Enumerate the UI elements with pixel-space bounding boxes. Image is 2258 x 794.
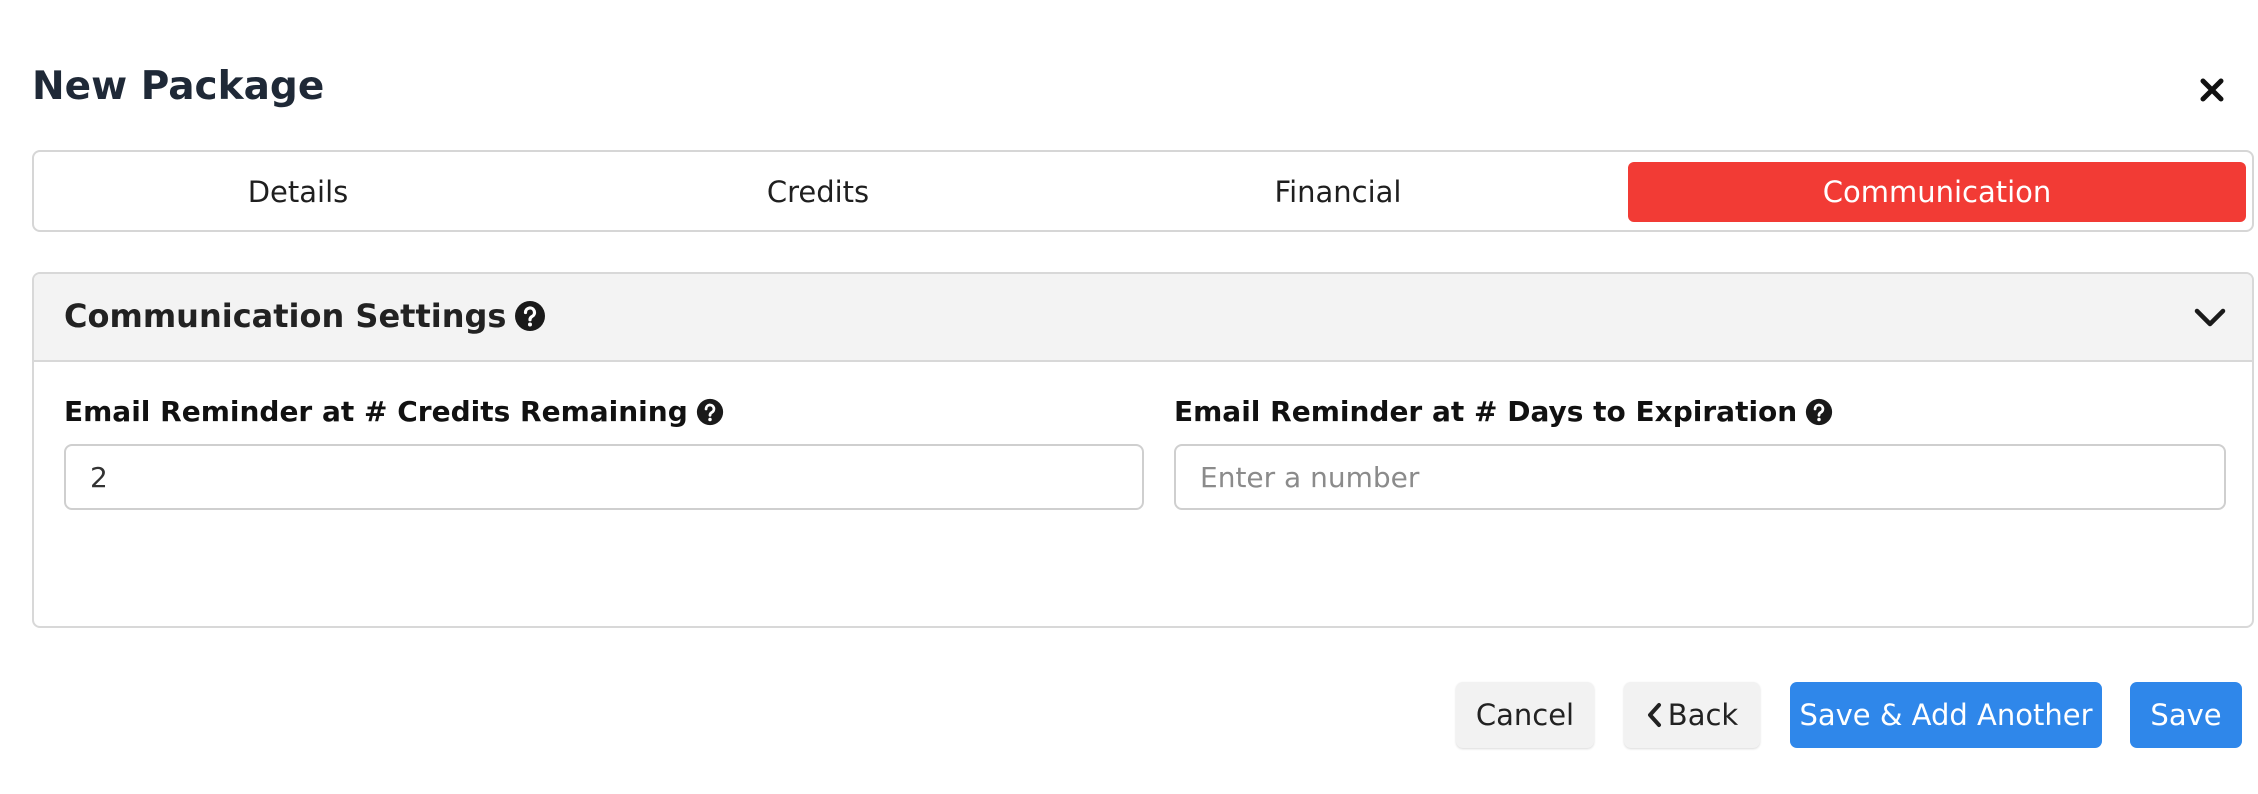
credits-remaining-label: Email Reminder at # Credits Remaining bbox=[64, 394, 724, 430]
tab-credits[interactable]: Credits bbox=[558, 162, 1078, 222]
panel-title: Communication Settings bbox=[64, 296, 546, 336]
credits-remaining-input[interactable] bbox=[64, 444, 1144, 510]
chevron-down-icon bbox=[2194, 308, 2226, 327]
credits-remaining-label-text: Email Reminder at # Credits Remaining bbox=[64, 395, 688, 428]
tab-details[interactable]: Details bbox=[38, 162, 558, 222]
collapse-toggle[interactable] bbox=[2192, 300, 2228, 336]
days-to-expiration-input[interactable] bbox=[1174, 444, 2226, 510]
question-circle-icon[interactable] bbox=[696, 398, 724, 426]
communication-settings-panel: Communication Settings Email Reminder at… bbox=[32, 272, 2254, 628]
tab-financial[interactable]: Financial bbox=[1078, 162, 1598, 222]
question-circle-icon[interactable] bbox=[1805, 398, 1833, 426]
chevron-left-icon bbox=[1647, 703, 1661, 727]
panel-title-text: Communication Settings bbox=[64, 297, 507, 335]
panel-header: Communication Settings bbox=[34, 274, 2252, 362]
tab-communication[interactable]: Communication bbox=[1628, 162, 2246, 222]
close-icon bbox=[2200, 78, 2224, 102]
tab-bar: Details Credits Financial Communication bbox=[32, 150, 2254, 232]
question-circle-icon[interactable] bbox=[514, 300, 546, 332]
cancel-button[interactable]: Cancel bbox=[1456, 682, 1594, 748]
new-package-modal: New Package Details Credits Financial Co… bbox=[0, 0, 2258, 794]
back-button-label: Back bbox=[1667, 698, 1739, 732]
modal-title: New Package bbox=[32, 64, 325, 109]
save-button[interactable]: Save bbox=[2130, 682, 2242, 748]
save-and-add-another-button[interactable]: Save & Add Another bbox=[1790, 682, 2102, 748]
close-button[interactable] bbox=[2190, 68, 2234, 112]
days-to-expiration-label-text: Email Reminder at # Days to Expiration bbox=[1174, 395, 1798, 428]
days-to-expiration-label: Email Reminder at # Days to Expiration bbox=[1174, 394, 1833, 430]
back-button[interactable]: Back bbox=[1624, 682, 1760, 748]
